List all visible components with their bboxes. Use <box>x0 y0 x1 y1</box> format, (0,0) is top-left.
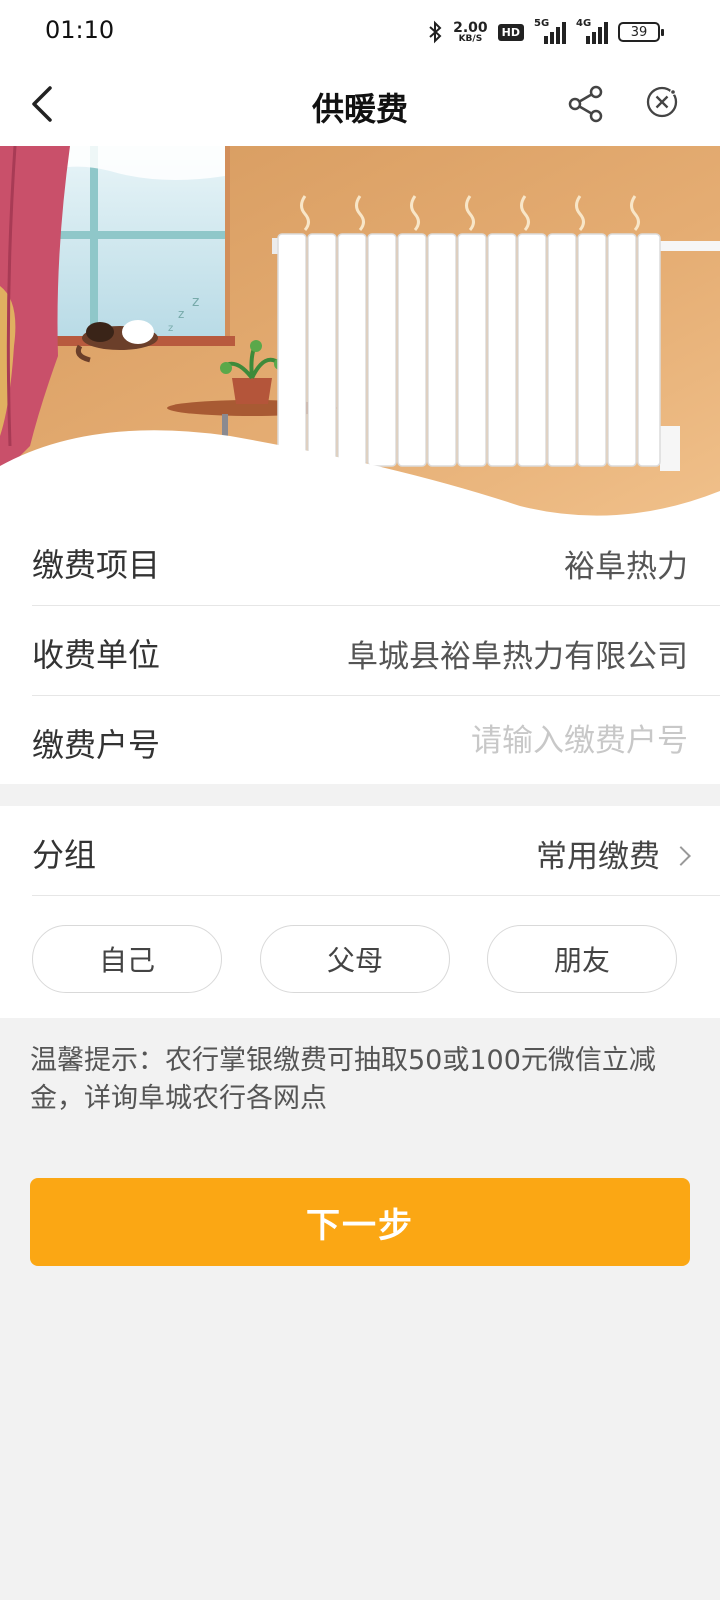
bluetooth-icon <box>429 20 442 44</box>
payee-unit-row: 收费单位 阜城县裕阜热力有限公司 <box>32 606 720 696</box>
account-number-input[interactable] <box>358 716 688 766</box>
group-value: 常用缴费 <box>536 831 691 876</box>
group-row[interactable]: 分组 常用缴费 <box>32 806 720 896</box>
next-step-button[interactable]: 下一步 <box>30 1178 690 1266</box>
battery-level: 39 <box>630 24 648 40</box>
group-label: 分组 <box>32 836 97 874</box>
warm-tip: 温馨提示：农行掌银缴费可抽取50或100元微信立减金，详询阜城农行各网点 <box>30 1045 656 1114</box>
payment-item-value: 裕阜热力 <box>564 549 688 585</box>
group-option-friends[interactable]: 朋友 <box>487 925 677 993</box>
network-speed-unit: KB/S <box>458 33 483 44</box>
group-options: 自己 父母 朋友 <box>32 925 688 993</box>
signal-4g-label: 4G <box>576 18 592 29</box>
battery-icon: 39 <box>618 22 664 42</box>
account-number-row: 缴费户号 <box>32 696 720 784</box>
status-icons: 2.00 KB/S HD 5G 4G 39 <box>427 18 664 46</box>
svg-text:z: z <box>168 323 173 334</box>
close-icon[interactable] <box>644 84 680 120</box>
status-time: 01:10 <box>45 16 115 44</box>
status-bar: 01:10 2.00 KB/S HD 5G 4G 39 <box>0 0 720 64</box>
group-option-parents[interactable]: 父母 <box>260 925 450 993</box>
payee-unit-value: 阜城县裕阜热力有限公司 <box>347 639 688 675</box>
svg-text:z: z <box>178 307 184 321</box>
payee-unit-label: 收费单位 <box>32 636 161 674</box>
payment-form: 缴费项目 裕阜热力 收费单位 阜城县裕阜热力有限公司 缴费户号 <box>0 516 720 784</box>
heating-banner: z z z <box>0 146 720 516</box>
group-option-self[interactable]: 自己 <box>32 925 222 993</box>
hd-badge: HD <box>497 23 524 41</box>
payment-item-row: 缴费项目 裕阜热力 <box>32 516 720 606</box>
page-title: 供暖费 <box>311 90 408 128</box>
nav-bar: 供暖费 <box>0 64 720 146</box>
account-number-label: 缴费户号 <box>32 726 161 764</box>
chevron-right-icon <box>671 846 691 866</box>
signal-5g-label: 5G <box>534 18 550 29</box>
network-speed-value: 2.00 <box>453 19 488 36</box>
network-speed: 2.00 KB/S <box>453 21 488 44</box>
signal-5g-icon: 5G <box>534 18 566 44</box>
group-selected-value: 常用缴费 <box>536 839 660 875</box>
radiator-illustration: z z z <box>0 146 720 516</box>
share-icon[interactable] <box>566 84 606 124</box>
svg-text:z: z <box>192 294 199 310</box>
payment-item-label: 缴费项目 <box>32 546 161 584</box>
signal-4g-icon: 4G <box>576 18 608 44</box>
